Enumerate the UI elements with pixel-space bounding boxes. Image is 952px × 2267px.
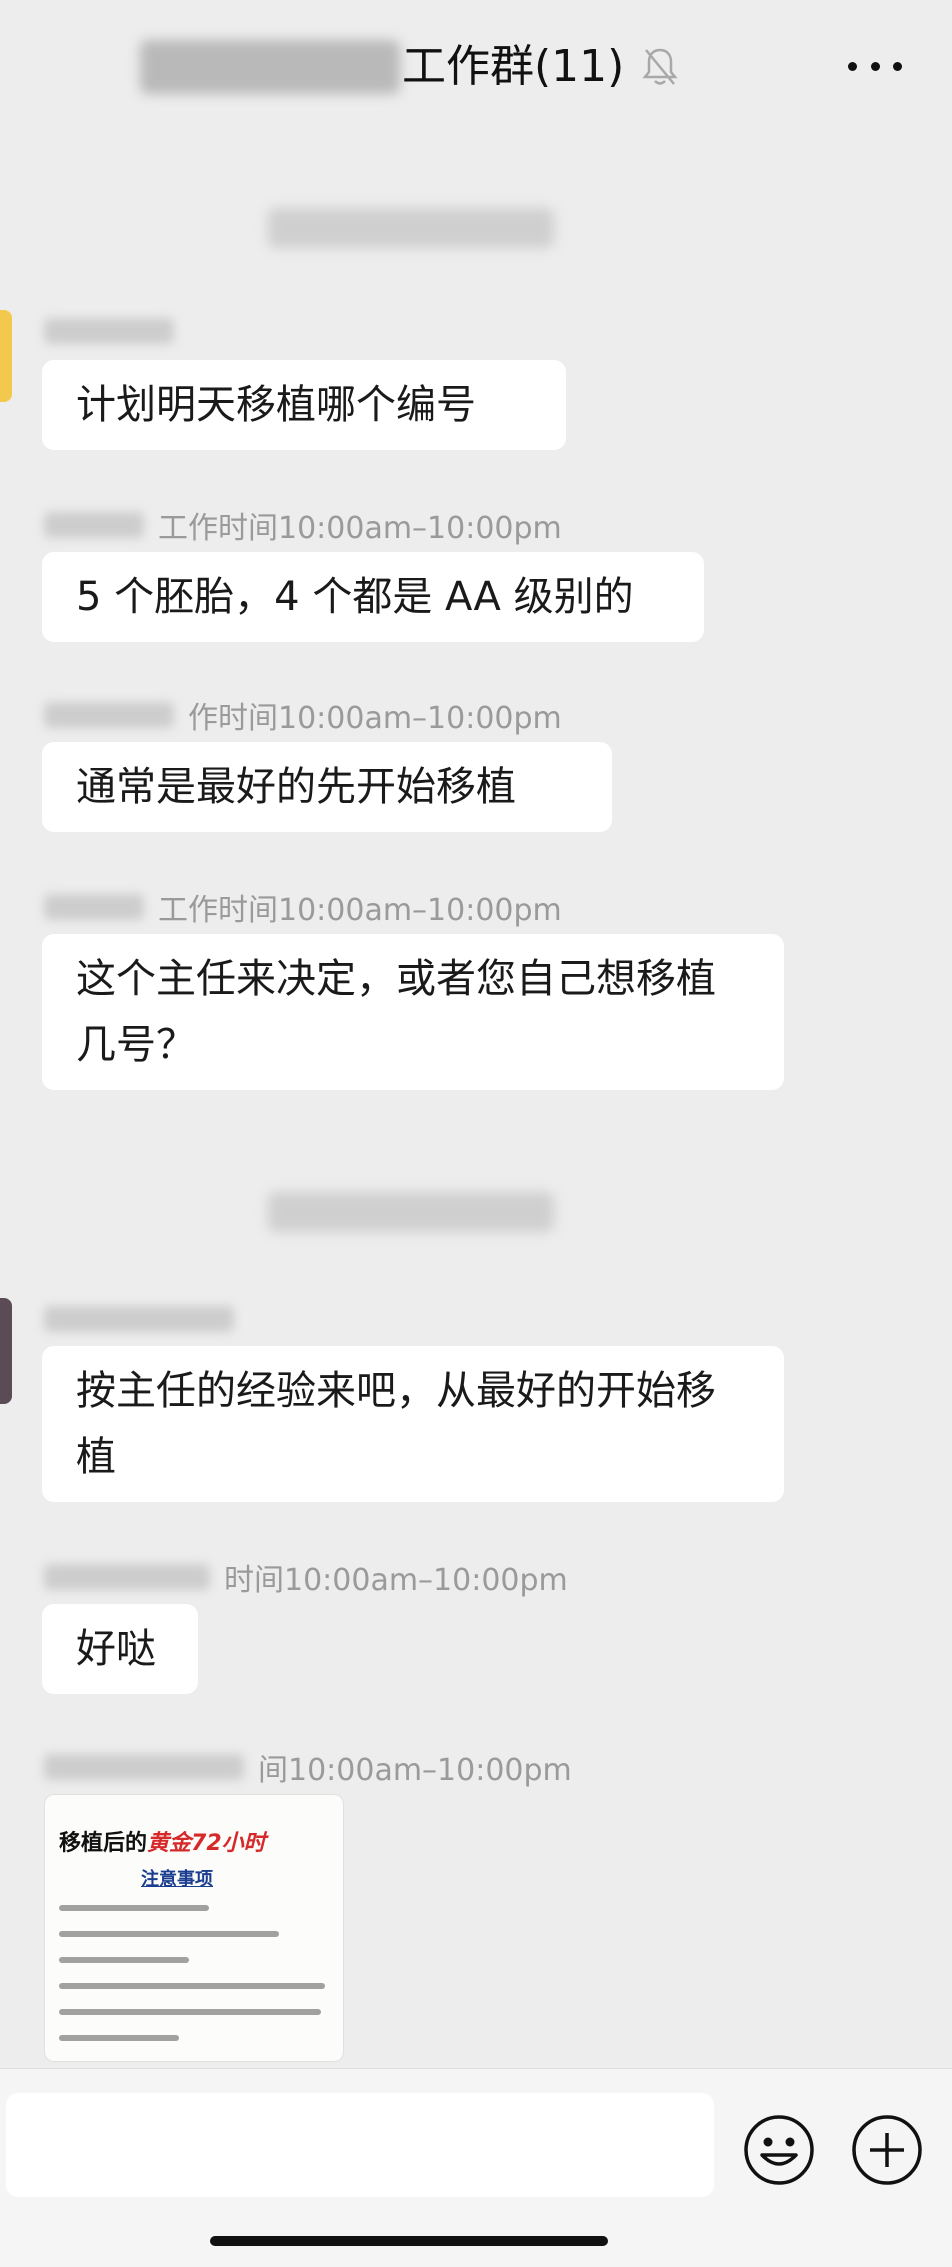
- redacted-name: [44, 894, 144, 920]
- image-text-line: [59, 1931, 279, 1937]
- image-text-line: [59, 1983, 325, 1989]
- redacted-title-prefix: [140, 40, 400, 94]
- image-text-line: [59, 1905, 209, 1911]
- image-text-line: [59, 2035, 179, 2041]
- sender-note: 间10:00am–10:00pm: [258, 1753, 572, 1788]
- redacted-name: [44, 702, 174, 728]
- sender-note: 工作时间10:00am–10:00pm: [158, 893, 562, 928]
- image-text-line: [59, 2009, 321, 2015]
- sender-name: 作时间10:00am–10:00pm: [44, 698, 562, 736]
- sender-note: 时间10:00am–10:00pm: [224, 1563, 568, 1598]
- redacted-name: [44, 1754, 244, 1780]
- sender-name: 工作时间10:00am–10:00pm: [44, 890, 562, 928]
- avatar[interactable]: [0, 310, 12, 402]
- image-message-thumbnail[interactable]: 移植后的黄金72小时 注意事项: [44, 1794, 344, 2062]
- bell-slash-icon: [640, 44, 680, 88]
- redacted-name: [44, 1306, 234, 1332]
- sender-name: [44, 1302, 248, 1336]
- message-input[interactable]: [6, 2093, 714, 2197]
- image-heading: 移植后的黄金72小时: [59, 1831, 266, 1856]
- message-bubble[interactable]: 好哒: [42, 1604, 198, 1694]
- chat-header: 工作群(11): [0, 0, 952, 132]
- message-bubble[interactable]: 计划明天移植哪个编号: [42, 360, 566, 450]
- redacted-name: [44, 512, 144, 538]
- message-bubble[interactable]: 通常是最好的先开始移植: [42, 742, 612, 832]
- image-subheading: 注意事项: [141, 1869, 213, 1890]
- plus-circle-icon[interactable]: [850, 2113, 924, 2187]
- system-notice-redacted: [268, 208, 554, 248]
- redacted-name: [44, 318, 174, 344]
- system-notice-redacted: [268, 1192, 554, 1232]
- image-text-line: [59, 1957, 189, 1963]
- sender-note: 工作时间10:00am–10:00pm: [158, 511, 562, 546]
- sender-note: 作时间10:00am–10:00pm: [188, 701, 562, 736]
- group-title[interactable]: 工作群(11): [402, 40, 624, 94]
- message-bubble[interactable]: 这个主任来决定，或者您自己想移植几号？: [42, 934, 784, 1090]
- redacted-name: [44, 1564, 210, 1590]
- home-indicator[interactable]: [210, 2236, 608, 2246]
- sender-name: 时间10:00am–10:00pm: [44, 1560, 568, 1598]
- message-bubble[interactable]: 5 个胚胎，4 个都是 AA 级别的: [42, 552, 704, 642]
- avatar[interactable]: [0, 1298, 12, 1404]
- ellipsis-icon[interactable]: [848, 56, 902, 76]
- message-bubble[interactable]: 按主任的经验来吧，从最好的开始移植: [42, 1346, 784, 1502]
- sender-name: 工作时间10:00am–10:00pm: [44, 508, 562, 546]
- sender-name: 间10:00am–10:00pm: [44, 1750, 572, 1788]
- smiley-face-icon[interactable]: [742, 2113, 816, 2187]
- sender-name: [44, 314, 188, 348]
